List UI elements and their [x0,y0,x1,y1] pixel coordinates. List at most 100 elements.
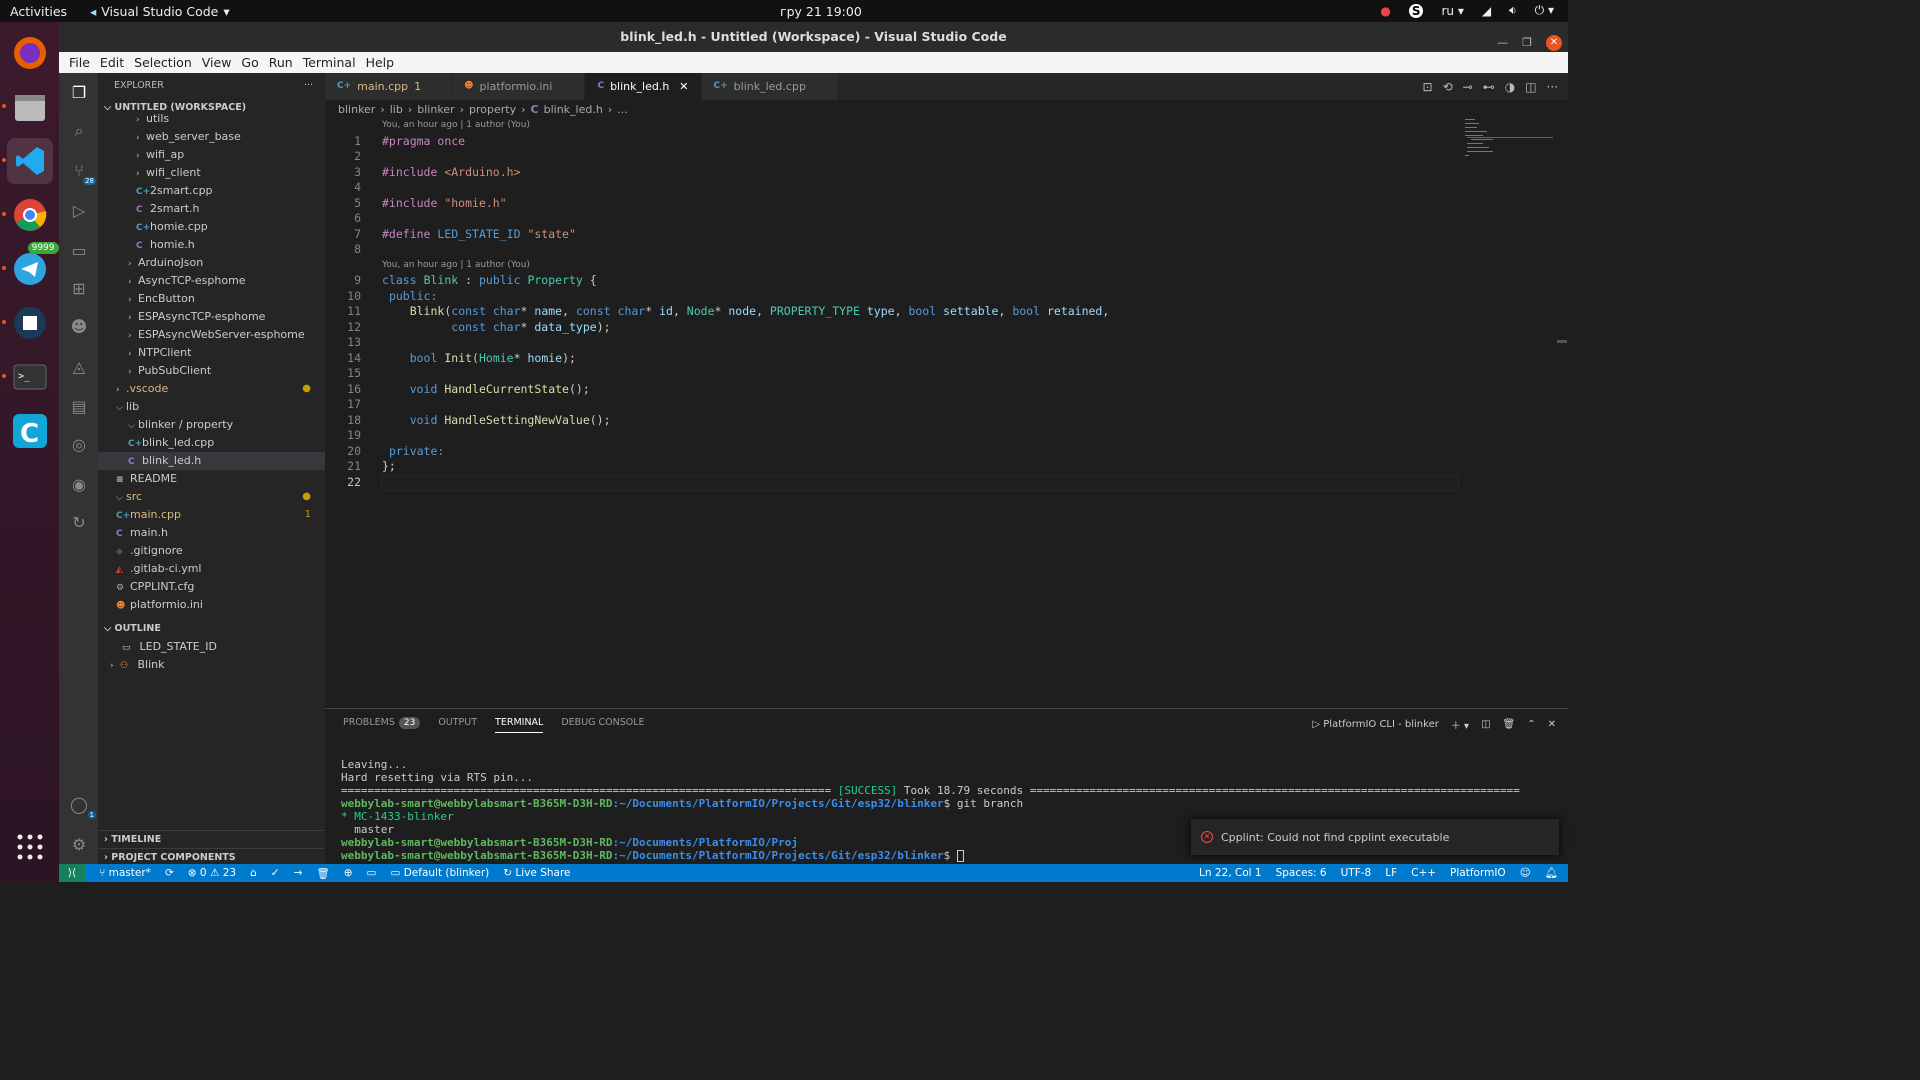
kill-terminal-icon[interactable]: 🗑︎ [1503,719,1516,730]
notification-toast[interactable]: ✕ Cpplint: Could not find cpplint execut… [1191,819,1559,855]
pio-home-icon[interactable]: ⌂ [250,867,257,879]
cl-app-icon[interactable]: C [7,408,53,454]
tree-item[interactable]: › EncButton [98,290,325,308]
previous-change-icon[interactable]: ⊸ [1463,80,1473,94]
tree-item[interactable]: › ArduinoJson [98,254,325,272]
search-icon[interactable]: ⌕ [68,121,90,143]
network-app-icon[interactable] [1,300,53,346]
minimap[interactable] [1465,118,1557,158]
extensions-icon[interactable]: ⊞ [68,279,90,301]
explorer-icon[interactable]: ❐ [68,83,90,105]
open-changes-icon[interactable]: ⊡ [1423,80,1433,94]
next-change-icon[interactable]: ⊷ [1483,80,1495,94]
vscode-icon[interactable] [1,138,53,184]
tree-item[interactable]: › ESPAsyncTCP-esphome [98,308,325,326]
chrome-tray-icon[interactable]: ● [1380,4,1390,18]
tree-item[interactable]: › PubSubClient [98,362,325,380]
telegram-icon[interactable]: 9999 [1,242,59,292]
chrome-icon[interactable] [1,192,53,238]
firefox-icon[interactable] [7,30,53,76]
outline-item-blink[interactable]: › ⚇ Blink [98,656,325,674]
live-share-icon[interactable]: ↻ [68,513,90,535]
git-compare-icon[interactable]: ⟲ [1443,80,1453,94]
tree-item[interactable]: C+main.cpp 1 [98,506,325,524]
maximize-panel-icon[interactable]: ⌃ [1527,719,1535,730]
pio-monitor-icon[interactable]: ⊕ [344,867,353,879]
menu-file[interactable]: File [64,55,95,70]
tree-item[interactable]: › utils [98,110,325,128]
tree-item[interactable]: C+homie.cpp [98,218,325,236]
breadcrumb-item[interactable]: blink_led.h [544,103,603,116]
tree-item[interactable]: › NTPClient [98,344,325,362]
breadcrumb-item[interactable]: property [469,103,516,116]
source-control-icon[interactable]: ⑂ 28 [68,161,96,185]
tree-item[interactable]: ⌵ src ● [98,488,325,506]
tab-platformio-ini[interactable]: ☻ platformio.ini [452,73,586,100]
language-mode[interactable]: C++ [1411,867,1436,879]
skype-tray-icon[interactable]: S [1408,3,1424,18]
tree-item[interactable]: Chomie.h [98,236,325,254]
tree-item[interactable]: C+2smart.cpp [98,182,325,200]
breadcrumb-item[interactable]: ... [617,103,628,116]
clock[interactable]: гру 21 19:00 [780,4,862,19]
breadcrumb-item[interactable]: blinker [338,103,375,116]
tree-item[interactable]: ≡ README [98,470,325,488]
tab-output[interactable]: OUTPUT [438,717,477,733]
tree-item[interactable]: › wifi_client [98,164,325,182]
tree-item[interactable]: ⌵ lib [98,398,325,416]
tree-item[interactable]: ◆ .gitignore [98,542,325,560]
more-actions-icon[interactable]: ··· [304,73,313,99]
app-menu[interactable]: ◂ Visual Studio Code ▾ [90,4,230,19]
split-editor-icon[interactable]: ◫ [1525,80,1536,94]
outline-item-led-state-id[interactable]: ▭ LED_STATE_ID [98,638,325,656]
terminal-icon[interactable]: >_ [1,354,53,400]
problems-summary[interactable]: ⊗ 0 ⚠ 23 [188,867,236,879]
code-editor[interactable]: You, an hour ago | 1 author (You) 1 #prag… [325,118,1465,490]
tab-problems[interactable]: PROBLEMS 23 [343,717,421,733]
terminal-selector[interactable]: ▷ PlatformIO CLI - blinker [1312,719,1438,730]
run-debug-icon[interactable]: ▷ [68,201,90,223]
tab-main-cpp[interactable]: C+ main.cpp 1 [325,73,453,100]
remote-explorer-icon[interactable]: ▭ [68,241,90,263]
menu-edit[interactable]: Edit [95,55,129,70]
tree-item[interactable]: ⓘREADME.md [98,614,325,616]
settings-gear-icon[interactable]: ⚙ [68,835,90,857]
split-terminal-icon[interactable]: ◫ [1481,719,1490,730]
encoding[interactable]: UTF-8 [1341,867,1372,879]
toggle-blame-icon[interactable]: ◑ [1505,80,1515,94]
menu-view[interactable]: View [197,55,237,70]
close-window-button[interactable]: ✕ [1546,35,1562,51]
sync-icon[interactable]: ⟳ [165,867,174,879]
live-share-button[interactable]: ↻ Live Share [503,867,570,879]
tree-item[interactable]: ⚙ CPPLINT.cfg [98,578,325,596]
timeline-header[interactable]: › TIMELINE [98,830,325,848]
pio-terminal-icon[interactable]: ▭ [367,867,377,879]
platformio-status[interactable]: PlatformIO [1450,867,1506,879]
pio-environment[interactable]: ▭ Default (blinker) [390,867,489,879]
tree-item[interactable]: Cmain.h [98,524,325,542]
tab-terminal[interactable]: TERMINAL [495,717,544,733]
show-applications-icon[interactable] [7,824,53,870]
tab-debug-console[interactable]: DEBUG CONSOLE [561,717,644,733]
tree-item[interactable]: › wifi_ap [98,146,325,164]
keyboard-layout[interactable]: ru ▾ [1441,4,1463,18]
tab-blink-led-h[interactable]: Cblink_led.h ✕ [585,73,702,100]
tree-item[interactable]: ◭ .gitlab-ci.yml [98,560,325,578]
files-icon[interactable] [1,84,53,130]
menu-selection[interactable]: Selection [129,55,197,70]
tree-item[interactable]: › AsyncTCP-esphome [98,272,325,290]
pio-upload-icon[interactable]: → [294,867,303,879]
notifications-bell-icon[interactable]: 🔔︎ [1545,866,1558,879]
indentation[interactable]: Spaces: 6 [1276,867,1327,879]
tree-item[interactable]: › web_server_base [98,128,325,146]
remote-indicator-icon[interactable]: ⟩⟨ [59,864,85,882]
git-branch[interactable]: ⑂ master* [99,867,151,879]
menu-terminal[interactable]: Terminal [298,55,361,70]
tree-item[interactable]: › .vscode ● [98,380,325,398]
editor-scrollbar[interactable] [1557,340,1567,343]
tree-item[interactable]: Cblink_led.h [98,452,325,470]
platformio-icon[interactable]: ☻ [68,317,90,339]
breadcrumb-item[interactable]: blinker [417,103,454,116]
cursor-position[interactable]: Ln 22, Col 1 [1199,867,1262,879]
menu-help[interactable]: Help [361,55,400,70]
